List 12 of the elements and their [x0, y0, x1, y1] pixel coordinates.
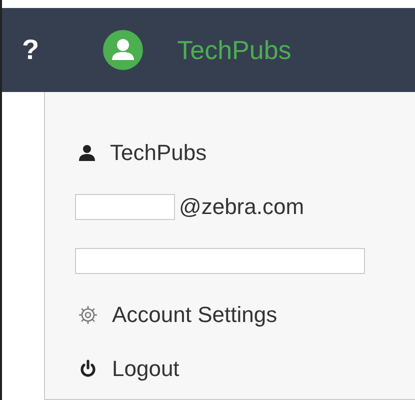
user-name: TechPubs [110, 140, 207, 166]
help-button[interactable]: ? [22, 34, 40, 66]
logout-link[interactable]: Logout [112, 356, 180, 382]
email-user-field[interactable] [75, 194, 175, 220]
input-field[interactable] [75, 248, 365, 274]
user-avatar-icon[interactable] [103, 30, 144, 70]
email-domain: @zebra.com [179, 194, 304, 220]
account-settings-link[interactable]: Account Settings [112, 302, 278, 328]
power-icon [78, 359, 98, 379]
user-name-link[interactable]: TechPubs [177, 34, 292, 66]
gear-icon [78, 305, 98, 325]
person-icon [78, 144, 96, 162]
